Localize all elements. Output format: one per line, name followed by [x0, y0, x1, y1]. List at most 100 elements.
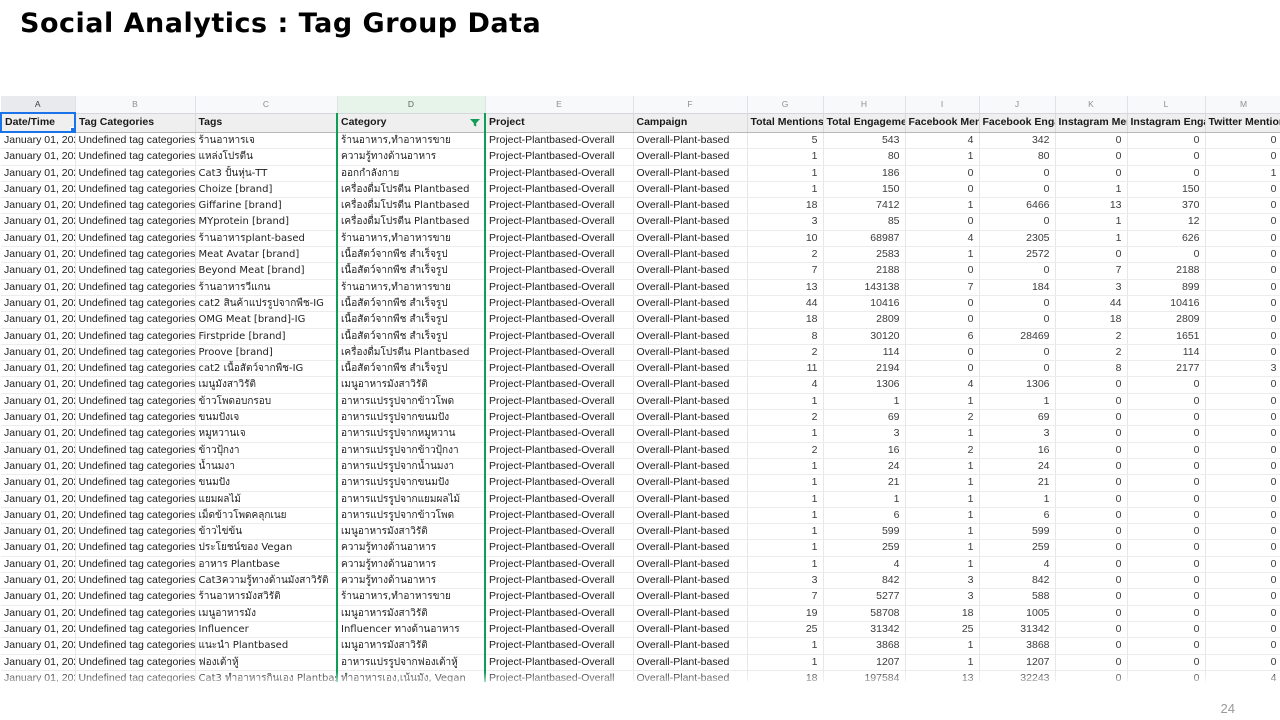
cell-C28[interactable]: อาหาร Plantbase	[195, 556, 338, 574]
cell-A28[interactable]: January 01, 202	[1, 556, 76, 574]
cell-E12[interactable]: Project-Plantbased-Overall	[485, 295, 634, 313]
cell-F12[interactable]: Overall-Plant-based	[633, 295, 748, 313]
column-letter-c[interactable]: C	[195, 96, 338, 114]
cell-E15[interactable]: Project-Plantbased-Overall	[485, 344, 634, 362]
cell-K6[interactable]: 13	[1055, 197, 1128, 215]
cell-A16[interactable]: January 01, 202	[1, 360, 76, 378]
cell-E18[interactable]: Project-Plantbased-Overall	[485, 393, 634, 411]
column-header-facebook-enga[interactable]: Facebook Enga	[979, 113, 1056, 133]
cell-A19[interactable]: January 01, 202	[1, 409, 76, 427]
cell-D35[interactable]: ทำอาหารเอง,เน้นมัง, Vegan	[336, 670, 486, 682]
cell-F2[interactable]: Overall-Plant-based	[633, 132, 748, 150]
cell-A27[interactable]: January 01, 202	[1, 539, 76, 557]
cell-M26[interactable]: 0	[1205, 523, 1280, 541]
cell-D10[interactable]: เนื้อสัตว์จากพืช สำเร็จรูป	[336, 262, 486, 280]
cell-E20[interactable]: Project-Plantbased-Overall	[485, 425, 634, 443]
cell-E31[interactable]: Project-Plantbased-Overall	[485, 605, 634, 622]
cell-F28[interactable]: Overall-Plant-based	[633, 556, 748, 574]
cell-B35[interactable]: Undefined tag categories	[75, 670, 196, 682]
cell-J21[interactable]: 16	[979, 442, 1056, 459]
cell-E21[interactable]: Project-Plantbased-Overall	[485, 442, 634, 459]
cell-L15[interactable]: 114	[1127, 344, 1206, 362]
cell-I13[interactable]: 0	[905, 311, 980, 329]
cell-F29[interactable]: Overall-Plant-based	[633, 572, 748, 590]
cell-H33[interactable]: 3868	[823, 637, 906, 655]
column-letter-d[interactable]: D	[337, 96, 486, 114]
cell-I30[interactable]: 3	[905, 588, 980, 606]
cell-D23[interactable]: อาหารแปรรูปจากขนมปัง	[336, 474, 486, 492]
table-row[interactable]: January 01, 202 Undefined tag categories B…	[1, 262, 1280, 280]
cell-L14[interactable]: 1651	[1127, 328, 1206, 345]
column-letter-g[interactable]: G	[747, 96, 824, 114]
table-row[interactable]: January 01, 202 Undefined tag categories แ…	[1, 637, 1280, 655]
cell-K13[interactable]: 18	[1055, 311, 1128, 329]
cell-H6[interactable]: 7412	[823, 197, 906, 215]
cell-K34[interactable]: 0	[1055, 654, 1128, 671]
cell-D11[interactable]: ร้านอาหาร,ทำอาหารขาย	[336, 279, 486, 296]
table-row[interactable]: January 01, 202 Undefined tag categories C…	[1, 572, 1280, 590]
cell-D16[interactable]: เนื้อสัตว์จากพืช สำเร็จรูป	[336, 360, 486, 378]
cell-H8[interactable]: 68987	[823, 230, 906, 248]
cell-K24[interactable]: 0	[1055, 491, 1128, 508]
cell-K2[interactable]: 0	[1055, 132, 1128, 150]
cell-E9[interactable]: Project-Plantbased-Overall	[485, 246, 634, 264]
cell-A10[interactable]: January 01, 202	[1, 262, 76, 280]
cell-M8[interactable]: 0	[1205, 230, 1280, 248]
cell-E24[interactable]: Project-Plantbased-Overall	[485, 491, 634, 508]
cell-E11[interactable]: Project-Plantbased-Overall	[485, 279, 634, 296]
cell-I24[interactable]: 1	[905, 491, 980, 508]
cell-B28[interactable]: Undefined tag categories	[75, 556, 196, 574]
table-row[interactable]: January 01, 202 Undefined tag categories ร…	[1, 588, 1280, 606]
cell-D7[interactable]: เครื่องดื่มโปรตีน Plantbased	[336, 213, 486, 231]
cell-G19[interactable]: 2	[747, 409, 824, 427]
cell-K29[interactable]: 0	[1055, 572, 1128, 590]
cell-F8[interactable]: Overall-Plant-based	[633, 230, 748, 248]
cell-E35[interactable]: Project-Plantbased-Overall	[485, 670, 634, 682]
cell-D26[interactable]: เมนูอาหารมังสาวิรัติ	[336, 523, 486, 541]
cell-F17[interactable]: Overall-Plant-based	[633, 376, 748, 394]
cell-E32[interactable]: Project-Plantbased-Overall	[485, 621, 634, 639]
cell-J28[interactable]: 4	[979, 556, 1056, 574]
cell-F26[interactable]: Overall-Plant-based	[633, 523, 748, 541]
cell-G2[interactable]: 5	[747, 132, 824, 150]
table-row[interactable]: January 01, 202 Undefined tag categories ร…	[1, 132, 1280, 150]
cell-C2[interactable]: ร้านอาหารเจ	[195, 132, 338, 150]
cell-F11[interactable]: Overall-Plant-based	[633, 279, 748, 296]
cell-C24[interactable]: แยมผลไม้	[195, 491, 338, 508]
column-letter-f[interactable]: F	[633, 96, 748, 114]
cell-K32[interactable]: 0	[1055, 621, 1128, 639]
cell-G3[interactable]: 1	[747, 148, 824, 166]
cell-L7[interactable]: 12	[1127, 213, 1206, 231]
cell-G16[interactable]: 11	[747, 360, 824, 378]
cell-D21[interactable]: อาหารแปรรูปจากข้าวปุ้กงา	[336, 442, 486, 459]
cell-E33[interactable]: Project-Plantbased-Overall	[485, 637, 634, 655]
cell-G25[interactable]: 1	[747, 507, 824, 525]
cell-B24[interactable]: Undefined tag categories	[75, 491, 196, 508]
cell-L18[interactable]: 0	[1127, 393, 1206, 411]
table-row[interactable]: January 01, 202 Undefined tag categories ข…	[1, 523, 1280, 541]
cell-E27[interactable]: Project-Plantbased-Overall	[485, 539, 634, 557]
cell-M2[interactable]: 0	[1205, 132, 1280, 150]
cell-M5[interactable]: 0	[1205, 181, 1280, 199]
cell-C15[interactable]: Proove [brand]	[195, 344, 338, 362]
cell-L31[interactable]: 0	[1127, 605, 1206, 622]
cell-C19[interactable]: ขนมปังเจ	[195, 409, 338, 427]
cell-I25[interactable]: 1	[905, 507, 980, 525]
cell-H4[interactable]: 186	[823, 165, 906, 182]
cell-D31[interactable]: เมนูอาหารมังสาวิรัติ	[336, 605, 486, 622]
cell-H23[interactable]: 21	[823, 474, 906, 492]
cell-A12[interactable]: January 01, 202	[1, 295, 76, 313]
cell-M34[interactable]: 0	[1205, 654, 1280, 671]
cell-A17[interactable]: January 01, 202	[1, 376, 76, 394]
cell-F13[interactable]: Overall-Plant-based	[633, 311, 748, 329]
cell-F20[interactable]: Overall-Plant-based	[633, 425, 748, 443]
column-header-twitter-mentions[interactable]: Twitter Mentions	[1205, 113, 1280, 133]
table-row[interactable]: January 01, 202 Undefined tag categories ร…	[1, 230, 1280, 248]
cell-K11[interactable]: 3	[1055, 279, 1128, 296]
cell-C3[interactable]: แหล่งโปรตีน	[195, 148, 338, 166]
cell-K17[interactable]: 0	[1055, 376, 1128, 394]
cell-D12[interactable]: เนื้อสัตว์จากพืช สำเร็จรูป	[336, 295, 486, 313]
cell-E3[interactable]: Project-Plantbased-Overall	[485, 148, 634, 166]
cell-H17[interactable]: 1306	[823, 376, 906, 394]
cell-E4[interactable]: Project-Plantbased-Overall	[485, 165, 634, 182]
